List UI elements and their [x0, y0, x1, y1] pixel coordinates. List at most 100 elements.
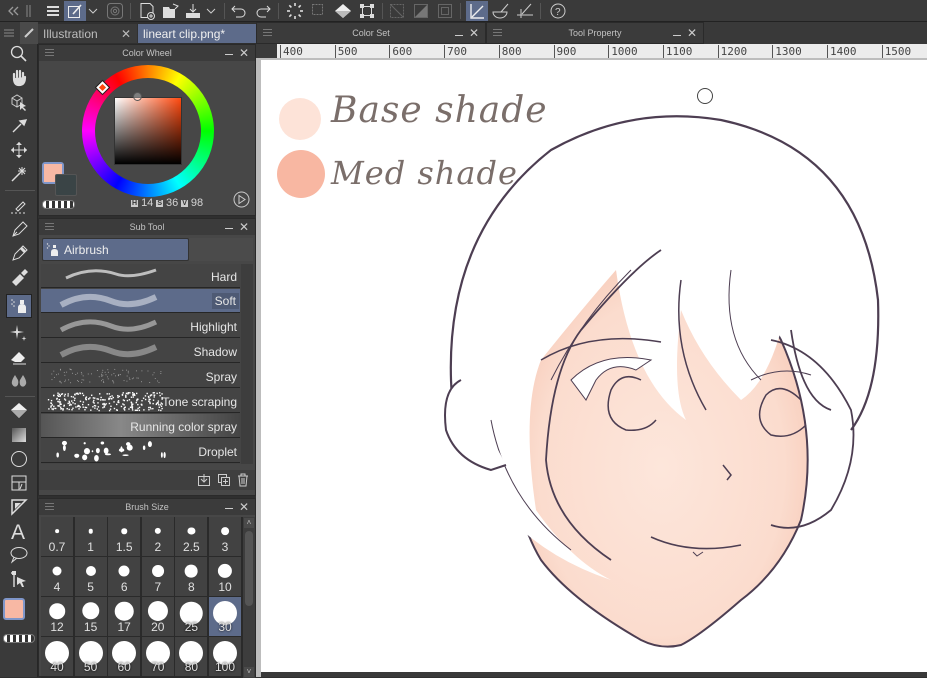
brush-tab-icon[interactable] [20, 22, 38, 44]
close-tab-icon[interactable]: ✕ [121, 27, 131, 41]
brush-icon[interactable] [7, 267, 31, 289]
duplicate-subtool-icon[interactable] [217, 473, 231, 487]
snap-special-icon[interactable] [490, 1, 512, 21]
sv-picker-handle[interactable] [133, 92, 142, 101]
brush-size-2-5[interactable]: 2.5 [175, 517, 209, 557]
brush-size-15[interactable]: 15 [74, 597, 108, 637]
brush-size-1-5[interactable]: 1.5 [108, 517, 142, 557]
brush-size-12[interactable]: 12 [41, 597, 74, 637]
sub-tool-item-shadow[interactable]: Shadow [41, 339, 240, 363]
tab-illustration[interactable]: Illustration ✕ [38, 24, 137, 43]
dropdown-icon[interactable] [204, 1, 218, 21]
correct-line-icon[interactable] [7, 568, 31, 590]
brush-size-30[interactable]: 30 [209, 597, 242, 637]
minimize-icon[interactable] [225, 54, 233, 55]
decoration-icon[interactable] [7, 322, 31, 344]
delete-subtool-icon[interactable] [237, 473, 249, 487]
ruler-tool-icon[interactable] [7, 496, 31, 518]
brush-size-8[interactable]: 8 [175, 557, 209, 597]
panel-menu-icon[interactable] [45, 503, 54, 510]
help-icon[interactable]: ? [548, 1, 570, 21]
download-subtool-icon[interactable] [197, 473, 211, 487]
sub-tool-item-highlight[interactable]: Highlight [41, 314, 240, 338]
redo-icon[interactable] [252, 1, 274, 21]
frame-icon[interactable] [7, 472, 31, 494]
gradient-icon[interactable] [7, 424, 31, 446]
brush-size-5[interactable]: 5 [74, 557, 108, 597]
grip-icon[interactable] [24, 1, 34, 21]
brush-size-17[interactable]: 17 [108, 597, 142, 637]
close-icon[interactable]: ✕ [239, 220, 249, 234]
spiral-icon[interactable] [104, 1, 126, 21]
border-icon[interactable] [434, 1, 456, 21]
snap-grid-icon[interactable] [514, 1, 536, 21]
canvas[interactable]: Base shade Med shade [261, 60, 927, 672]
minimize-icon[interactable] [225, 508, 233, 509]
menu-icon[interactable] [42, 1, 64, 21]
fill-icon[interactable] [332, 1, 354, 21]
eyedropper-icon[interactable] [7, 115, 31, 137]
minimize-icon[interactable] [225, 228, 233, 229]
transparent-color-swatch[interactable] [3, 634, 35, 643]
minimize-icon[interactable] [455, 35, 463, 36]
brush-size-25[interactable]: 25 [175, 597, 209, 637]
transparent-color-box[interactable] [42, 200, 75, 209]
sub-tool-item-droplet[interactable]: Droplet [41, 439, 240, 463]
panel-menu-icon[interactable] [45, 223, 54, 230]
undo-icon[interactable] [228, 1, 250, 21]
brush-size-100[interactable]: 100 [209, 637, 242, 677]
pen-dashed-icon[interactable] [7, 195, 31, 217]
sub-tool-item-running-color-spray[interactable]: Running color spray [41, 414, 240, 438]
ruler-snap-icon[interactable] [466, 1, 488, 21]
brush-size-6[interactable]: 6 [108, 557, 142, 597]
text-icon[interactable]: A [7, 520, 31, 542]
select-none-icon[interactable] [308, 1, 330, 21]
brush-size-70[interactable]: 70 [141, 637, 175, 677]
brush-size-1[interactable]: 1 [74, 517, 108, 557]
save-icon[interactable] [182, 1, 204, 21]
pencil-icon[interactable] [7, 243, 31, 265]
brush-size-10[interactable]: 10 [209, 557, 242, 597]
minimize-icon[interactable] [673, 35, 681, 36]
new-file-icon[interactable] [136, 1, 158, 21]
brush-size-4[interactable]: 4 [41, 557, 74, 597]
main-color-swatch[interactable] [3, 598, 25, 620]
eraser-icon[interactable] [7, 346, 31, 368]
brush-size-20[interactable]: 20 [141, 597, 175, 637]
brush-size-3[interactable]: 3 [209, 517, 242, 557]
draw-mode-icon[interactable] [64, 1, 86, 21]
auto-select-icon[interactable] [7, 163, 31, 185]
open-folder-icon[interactable] [160, 1, 182, 21]
scroll-up-icon[interactable]: ˄ [244, 518, 254, 528]
sub-tool-item-hard[interactable]: Hard [41, 264, 240, 288]
transform-icon[interactable] [356, 1, 378, 21]
sub-color-box[interactable] [55, 174, 77, 196]
brush-size-0-7[interactable]: 0.7 [41, 517, 74, 557]
brush-size-2[interactable]: 2 [141, 517, 175, 557]
sub-tool-group-airbrush[interactable]: Airbrush [42, 238, 189, 261]
brush-size-7[interactable]: 7 [141, 557, 175, 597]
loading-icon[interactable] [284, 1, 306, 21]
close-icon[interactable]: ✕ [239, 500, 249, 514]
balloon-icon[interactable] [7, 544, 31, 566]
brush-size-scrollbar[interactable]: ˄ ˅ [243, 517, 255, 678]
brush-size-80[interactable]: 80 [175, 637, 209, 677]
move-icon[interactable] [7, 139, 31, 161]
sub-tool-item-spray[interactable]: Spray [41, 364, 240, 388]
collapse-icon[interactable] [2, 1, 24, 21]
zoom-tool-icon[interactable] [7, 43, 31, 65]
dropdown-icon[interactable] [86, 1, 100, 21]
pen-icon[interactable] [7, 219, 31, 241]
sub-tool-item-tone-scraping[interactable]: Tone scraping [41, 389, 240, 413]
sub-tool-item-soft[interactable]: Soft [41, 289, 240, 313]
play-icon[interactable] [233, 191, 250, 208]
brush-size-60[interactable]: 60 [108, 637, 142, 677]
panel-menu-icon[interactable] [493, 29, 502, 36]
figure-icon[interactable] [7, 448, 31, 470]
scroll-thumb[interactable] [245, 531, 253, 606]
blend-icon[interactable] [7, 370, 31, 392]
close-icon[interactable]: ✕ [469, 26, 479, 40]
brush-size-50[interactable]: 50 [74, 637, 108, 677]
show-selection-icon[interactable] [386, 1, 408, 21]
panel-menu-icon[interactable] [45, 49, 54, 56]
